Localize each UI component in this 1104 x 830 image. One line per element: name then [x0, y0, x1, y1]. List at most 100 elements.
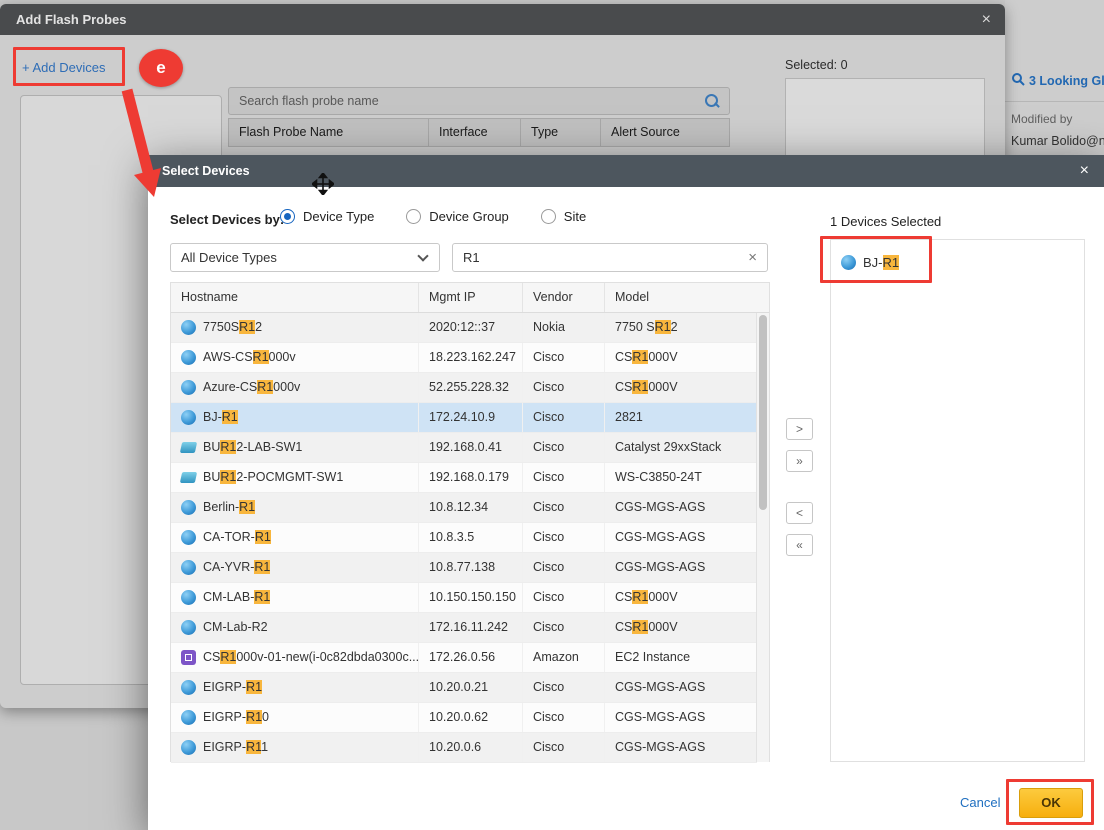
dialog-title: Add Flash Probes	[16, 4, 127, 35]
hostname-cell: BUR12-LAB-SW1	[171, 433, 419, 462]
mgmt-ip-cell: 10.20.0.62	[419, 703, 523, 732]
router-icon	[181, 410, 196, 425]
table-row[interactable]: CA-YVR-R110.8.77.138CiscoCGS-MGS-AGS	[171, 553, 757, 583]
close-icon[interactable]: ×	[1080, 155, 1089, 187]
column-header-model[interactable]: Model	[605, 283, 757, 312]
hostname-text: CM-LAB-R1	[203, 583, 270, 612]
mgmt-ip-cell: 10.8.3.5	[419, 523, 523, 552]
router-icon	[181, 350, 196, 365]
search-highlight: R1	[253, 350, 269, 364]
radio-device-group[interactable]: Device Group	[406, 209, 508, 224]
move-all-left-button[interactable]: «	[786, 534, 813, 556]
search-highlight: R1	[257, 380, 273, 394]
ok-button[interactable]: OK	[1019, 788, 1083, 818]
radio-site[interactable]: Site	[541, 209, 586, 224]
table-row[interactable]: CM-LAB-R110.150.150.150CiscoCSR1000V	[171, 583, 757, 613]
add-devices-link[interactable]: + Add Devices	[22, 60, 105, 75]
vendor-cell: Cisco	[523, 343, 605, 372]
selected-devices-list: BJ-R1	[831, 240, 1084, 284]
move-left-button[interactable]: <	[786, 502, 813, 524]
hostname-text: EIGRP-R10	[203, 703, 269, 732]
hostname-cell: EIGRP-R10	[171, 703, 419, 732]
table-row[interactable]: EIGRP-R1110.20.0.6CiscoCGS-MGS-AGS	[171, 733, 757, 763]
column-header-vendor[interactable]: Vendor	[523, 283, 605, 312]
looking-glass-label: 3 Looking Glass	[1029, 74, 1104, 88]
flash-probe-search-input[interactable]: Search flash probe name	[228, 87, 730, 115]
device-type-dropdown[interactable]: All Device Types	[170, 243, 440, 272]
table-row[interactable]: BUR12-POCMGMT-SW1192.168.0.179CiscoWS-C3…	[171, 463, 757, 493]
model-cell: CGS-MGS-AGS	[605, 523, 757, 552]
mgmt-ip-cell: 18.223.162.247	[419, 343, 523, 372]
scrollbar-track[interactable]	[756, 313, 769, 762]
scrollbar-thumb[interactable]	[759, 315, 767, 510]
router-icon	[181, 560, 196, 575]
model-cell: CSR1000V	[605, 613, 757, 642]
hostname-text: Berlin-R1	[203, 493, 255, 522]
table-row[interactable]: CSR1000v-01-new(i-0c82dbda0300c...172.26…	[171, 643, 757, 673]
hostname-text: AWS-CSR1000v	[203, 343, 296, 372]
hostname-cell: EIGRP-R1	[171, 673, 419, 702]
cancel-button[interactable]: Cancel	[960, 795, 1000, 810]
search-highlight: R1	[220, 440, 236, 454]
mgmt-ip-cell: 172.16.11.242	[419, 613, 523, 642]
hostname-cell: CM-LAB-R1	[171, 583, 419, 612]
close-icon[interactable]: ×	[982, 4, 991, 35]
move-all-right-button[interactable]: »	[786, 450, 813, 472]
column-header-hostname[interactable]: Hostname	[171, 283, 419, 312]
model-cell: WS-C3850-24T	[605, 463, 757, 492]
mgmt-ip-cell: 172.26.0.56	[419, 643, 523, 672]
table-row[interactable]: Berlin-R110.8.12.34CiscoCGS-MGS-AGS	[171, 493, 757, 523]
search-highlight: R1	[255, 530, 271, 544]
vendor-cell: Cisco	[523, 703, 605, 732]
mgmt-ip-cell: 10.20.0.6	[419, 733, 523, 762]
column-header-flash-probe-name: Flash Probe Name	[229, 119, 429, 146]
radio-label: Device Group	[429, 209, 508, 224]
modal-header[interactable]: Select Devices ×	[148, 155, 1104, 187]
table-row[interactable]: AWS-CSR1000v 18.223.162.247CiscoCSR1000V	[171, 343, 757, 373]
table-row[interactable]: Azure-CSR1000v52.255.228.32CiscoCSR1000V	[171, 373, 757, 403]
radio-icon[interactable]	[541, 209, 556, 224]
device-search-input[interactable]: R1 ×	[452, 243, 768, 272]
search-highlight: R1	[220, 650, 236, 664]
radio-device-type[interactable]: Device Type	[280, 209, 374, 224]
radio-selected-icon[interactable]	[280, 209, 295, 224]
looking-glass-link[interactable]: 3 Looking Glass	[1011, 72, 1104, 89]
table-row[interactable]: EIGRP-R1010.20.0.62CiscoCGS-MGS-AGS	[171, 703, 757, 733]
model-cell: CGS-MGS-AGS	[605, 733, 757, 762]
radio-icon[interactable]	[406, 209, 421, 224]
search-icon[interactable]	[704, 93, 720, 109]
mgmt-ip-cell: 10.150.150.150	[419, 583, 523, 612]
device-search-value: R1	[463, 244, 480, 271]
hostname-cell: BUR12-POCMGMT-SW1	[171, 463, 419, 492]
router-icon	[841, 255, 856, 270]
table-row[interactable]: BUR12-LAB-SW1192.168.0.41CiscoCatalyst 2…	[171, 433, 757, 463]
router-icon	[181, 680, 196, 695]
mgmt-ip-cell: 192.168.0.179	[419, 463, 523, 492]
looking-glass-icon	[1011, 72, 1025, 89]
model-cell: CSR1000V	[605, 343, 757, 372]
move-right-button[interactable]: >	[786, 418, 813, 440]
clear-icon[interactable]: ×	[748, 244, 757, 271]
divider	[1005, 101, 1104, 102]
devices-selected-count: 1 Devices Selected	[830, 214, 941, 229]
selected-device-item[interactable]: BJ-R1	[841, 249, 1074, 275]
flash-probe-table-header: Flash Probe Name Interface Type Alert So…	[228, 118, 730, 147]
table-row[interactable]: CA-TOR-R110.8.3.5CiscoCGS-MGS-AGS	[171, 523, 757, 553]
table-row[interactable]: EIGRP-R110.20.0.21CiscoCGS-MGS-AGS	[171, 673, 757, 703]
mgmt-ip-cell: 2020:12::37	[419, 313, 523, 342]
table-row[interactable]: CM-Lab-R2172.16.11.242CiscoCSR1000V	[171, 613, 757, 643]
hostname-text: CA-YVR-R1	[203, 553, 270, 582]
search-highlight: R1	[254, 560, 270, 574]
router-icon	[181, 740, 196, 755]
mgmt-ip-cell: 10.8.77.138	[419, 553, 523, 582]
model-cell: CGS-MGS-AGS	[605, 673, 757, 702]
search-highlight: R1	[239, 500, 255, 514]
table-row[interactable]: BJ-R1172.24.10.9Cisco2821	[171, 403, 757, 433]
model-cell: CSR1000V	[605, 583, 757, 612]
search-highlight: R1	[239, 320, 255, 334]
hostname-cell: Berlin-R1	[171, 493, 419, 522]
table-row[interactable]: 7750SR122020:12::37Nokia7750 SR12	[171, 313, 757, 343]
column-header-mgmt-ip[interactable]: Mgmt IP	[419, 283, 523, 312]
cloud-icon	[181, 650, 196, 665]
search-highlight: R1	[632, 380, 648, 394]
